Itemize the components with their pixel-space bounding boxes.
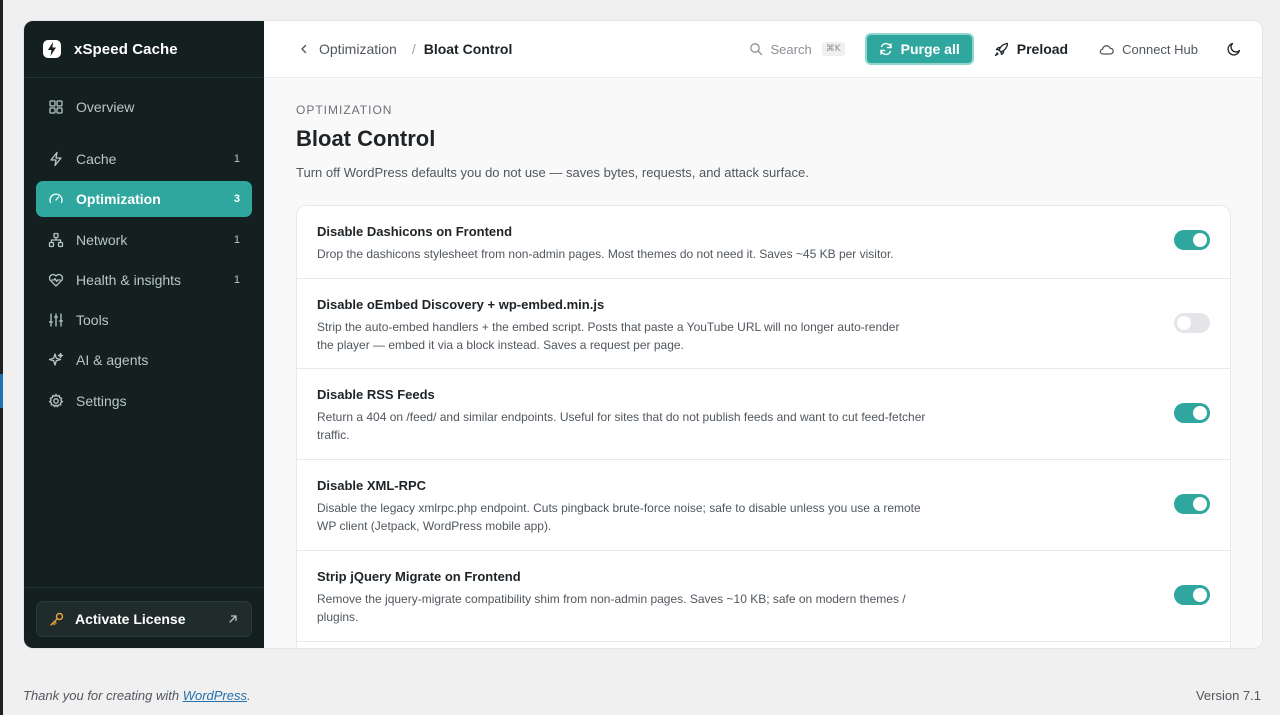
breadcrumb-parent-link[interactable]: Optimization: [298, 41, 397, 57]
arrow-up-right-icon: [227, 613, 239, 625]
sidebar-item-count: 1: [233, 233, 240, 246]
purge-all-button[interactable]: Purge all: [864, 33, 974, 65]
network-icon: [48, 232, 64, 248]
page-description: Turn off WordPress defaults you do not u…: [296, 165, 809, 180]
setting-description: Remove the jquery-migrate compatibility …: [317, 592, 906, 624]
wp-admin-menu-edge: [0, 0, 3, 715]
setting-toggle[interactable]: [1174, 313, 1210, 333]
preload-button[interactable]: Preload: [994, 41, 1068, 57]
cloud-icon: [1099, 42, 1114, 57]
sidebar-item-label: Settings: [76, 392, 127, 409]
topbar: Optimization / Bloat Control Search ⌘K P…: [264, 21, 1262, 78]
connect-hub-label: Connect Hub: [1122, 41, 1198, 57]
wordpress-link[interactable]: WordPress: [183, 688, 247, 703]
settings-card: Disable Dashicons on Frontend Drop the d…: [296, 205, 1231, 648]
purge-all-label: Purge all: [900, 41, 960, 57]
setting-toggle[interactable]: [1174, 494, 1210, 514]
sidebar-item-label: AI & agents: [76, 352, 149, 369]
heart-pulse-icon: [48, 272, 64, 288]
top-actions: Search ⌘K Purge all Preload Connect Hub: [749, 33, 1243, 65]
search-icon: [749, 42, 763, 56]
setting-toggle[interactable]: [1174, 230, 1210, 250]
setting-title: Disable oEmbed Discovery + wp-embed.min.…: [317, 297, 605, 312]
breadcrumb-separator: /: [411, 41, 416, 57]
bolt-icon: [48, 151, 64, 167]
setting-description: Strip the auto-embed handlers + the embe…: [317, 320, 900, 352]
app-window: xSpeed Cache Overview Cache 1 Optimizati…: [23, 20, 1263, 649]
preload-label: Preload: [1016, 41, 1069, 57]
sidebar-item-count: 1: [233, 273, 240, 286]
setting-description: Disable the legacy xmlrpc.php endpoint. …: [317, 501, 921, 533]
chevron-left-icon: [298, 43, 310, 55]
sidebar-item-count: 1: [233, 153, 240, 165]
setting-title: Disable XML-RPC: [317, 478, 427, 493]
wp-footer-thanks: Thank you for creating with WordPress.: [23, 688, 251, 703]
activate-license-button[interactable]: Activate License: [36, 601, 252, 637]
grid-icon: [48, 99, 64, 115]
sidebar-item-cache[interactable]: Cache 1: [36, 141, 252, 177]
sidebar-item-ai-agents[interactable]: AI & agents: [36, 342, 252, 378]
main-panel: Optimization / Bloat Control Search ⌘K P…: [264, 21, 1262, 648]
sidebar-item-optimization[interactable]: Optimization 3: [36, 181, 252, 218]
sidebar-item-label: Optimization: [76, 191, 161, 208]
gauge-icon: [48, 191, 64, 207]
gear-icon: [48, 393, 64, 409]
sidebar-item-label: Overview: [76, 99, 135, 115]
setting-title: Disable RSS Feeds: [317, 387, 435, 402]
footer-thanks-prefix: Thank you for creating with: [23, 688, 183, 703]
brand-logo-icon: [42, 39, 62, 59]
moon-icon[interactable]: [1226, 41, 1242, 57]
setting-row-rss: Disable RSS Feeds Return a 404 on /feed/…: [297, 369, 1230, 460]
wp-admin-menu-marker: [0, 374, 3, 408]
setting-row-jquery-migrate: Strip jQuery Migrate on Frontend Remove …: [297, 551, 1230, 642]
page-content: OPTIMIZATION Bloat Control Turn off Word…: [296, 78, 1231, 648]
search-button[interactable]: Search ⌘K: [749, 42, 845, 57]
search-label: Search: [770, 41, 812, 57]
sidebar-item-label: Network: [76, 231, 128, 248]
brand-name: xSpeed Cache: [74, 40, 178, 58]
sidebar-item-settings[interactable]: Settings: [36, 383, 252, 419]
setting-row-dashicons: Disable Dashicons on Frontend Drop the d…: [297, 206, 1230, 279]
sidebar: xSpeed Cache Overview Cache 1 Optimizati…: [24, 21, 264, 648]
setting-toggle[interactable]: [1174, 585, 1210, 605]
activate-license-label: Activate License: [75, 611, 186, 627]
setting-row-oembed: Disable oEmbed Discovery + wp-embed.min.…: [297, 279, 1230, 369]
sidebar-item-network[interactable]: Network 1: [36, 222, 252, 258]
breadcrumb-parent-label: Optimization: [319, 41, 397, 57]
sidebar-footer: Activate License: [24, 587, 264, 648]
sliders-icon: [48, 312, 64, 328]
page-eyebrow: OPTIMIZATION: [296, 103, 393, 117]
footer-thanks-suffix: .: [247, 688, 251, 703]
breadcrumb-current: Bloat Control: [423, 41, 513, 57]
sidebar-item-label: Cache: [76, 151, 117, 167]
setting-row-xmlrpc: Disable XML-RPC Disable the legacy xmlrp…: [297, 460, 1230, 551]
wp-version: Version 7.1: [1195, 688, 1261, 703]
setting-title: Strip jQuery Migrate on Frontend: [317, 569, 521, 584]
breadcrumb: Optimization / Bloat Control: [298, 41, 512, 57]
sidebar-item-overview[interactable]: Overview: [36, 89, 252, 125]
key-icon: [49, 611, 65, 627]
sidebar-item-count: 3: [233, 193, 240, 206]
sparkles-icon: [48, 352, 64, 368]
refresh-icon: [879, 42, 893, 56]
sidebar-item-tools[interactable]: Tools: [36, 302, 252, 338]
connect-hub-button[interactable]: Connect Hub: [1099, 42, 1198, 57]
setting-description: Drop the dashicons stylesheet from non-a…: [317, 247, 894, 261]
rocket-icon: [994, 42, 1009, 57]
search-shortcut-badge: ⌘K: [821, 42, 845, 56]
setting-title: Disable Dashicons on Frontend: [317, 224, 513, 239]
setting-description: Return a 404 on /feed/ and similar endpo…: [317, 410, 926, 442]
sidebar-item-health-insights[interactable]: Health & insights 1: [36, 262, 252, 298]
sidebar-nav: Overview Cache 1 Optimization 3 Network …: [36, 89, 252, 423]
setting-toggle[interactable]: [1174, 403, 1210, 423]
page-title: Bloat Control: [296, 126, 436, 151]
sidebar-item-label: Health & insights: [76, 271, 182, 288]
brand: xSpeed Cache: [24, 21, 264, 78]
sidebar-item-label: Tools: [76, 312, 109, 329]
